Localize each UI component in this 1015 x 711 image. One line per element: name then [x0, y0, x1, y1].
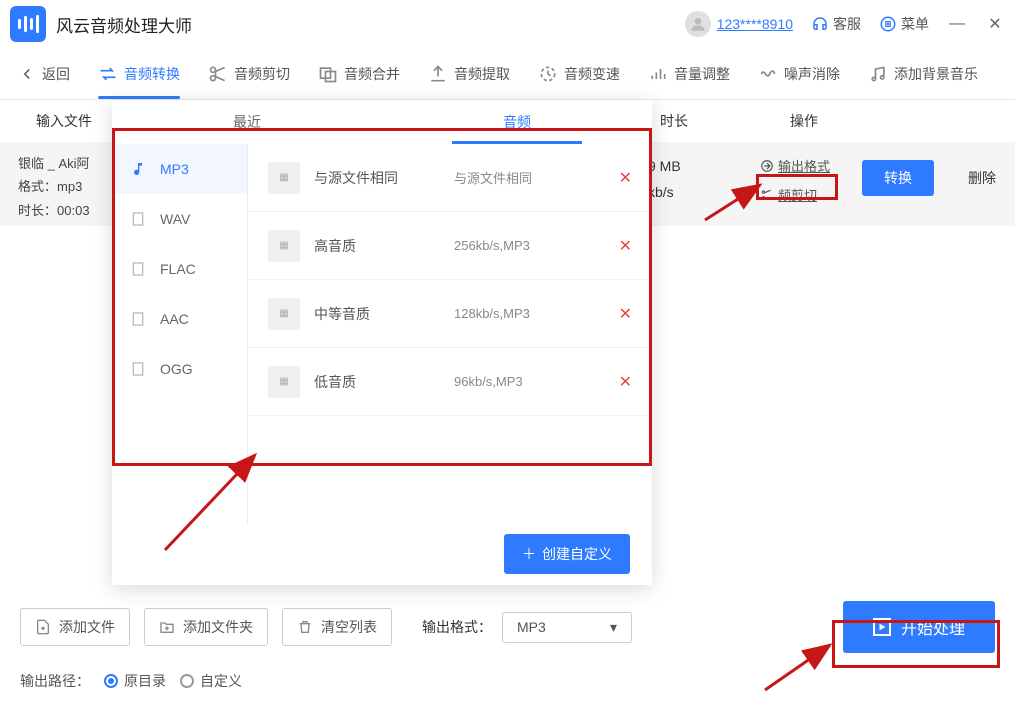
tool-audio-cut[interactable]: 音频剪切	[208, 64, 290, 84]
speed-icon	[538, 64, 558, 84]
back-button[interactable]: 返回	[18, 64, 70, 84]
source-icon: ▦	[268, 162, 300, 194]
tool-audio-merge[interactable]: 音频合并	[318, 64, 400, 84]
quality-row[interactable]: ▦ 低音质 96kb/s,MP3 ✕	[248, 348, 652, 416]
create-custom-button[interactable]: ＋ 创建自定义	[504, 534, 630, 574]
delete-quality-icon[interactable]: ✕	[619, 168, 632, 188]
noise-icon	[758, 64, 778, 84]
arrow-left-icon	[18, 65, 36, 83]
export-icon	[760, 159, 774, 173]
format-sidebar: MP3 WAV FLAC AAC OGG	[112, 144, 247, 524]
start-processing-button[interactable]: 开始处理	[843, 601, 995, 653]
delete-quality-icon[interactable]: ✕	[619, 372, 632, 392]
app-title: 风云音频处理大师	[56, 12, 192, 37]
convert-button[interactable]: 转换	[862, 160, 934, 196]
avatar-icon	[685, 11, 711, 37]
folder-plus-icon	[159, 619, 175, 635]
radio-custom[interactable]: 自定义	[180, 671, 242, 691]
convert-icon	[98, 64, 118, 84]
radio-icon	[104, 674, 118, 688]
plus-icon: ＋	[522, 544, 536, 564]
add-file-button[interactable]: 添加文件	[20, 608, 130, 646]
add-folder-button[interactable]: 添加文件夹	[144, 608, 268, 646]
upload-icon	[428, 64, 448, 84]
username-label: 123****8910	[717, 16, 793, 32]
trash-icon	[297, 619, 313, 635]
file-size: 9 MB	[648, 158, 681, 174]
popup-tab-recent[interactable]: 最近	[112, 100, 382, 144]
tool-noise-reduction[interactable]: 噪声消除	[758, 64, 840, 84]
clear-list-button[interactable]: 清空列表	[282, 608, 392, 646]
format-item-wav[interactable]: WAV	[112, 194, 247, 244]
format-item-mp3[interactable]: MP3	[112, 144, 247, 194]
scissors-icon	[208, 64, 228, 84]
radio-original-dir[interactable]: 原目录	[104, 671, 166, 691]
music-note-icon	[128, 159, 148, 179]
source-icon: ▦	[268, 230, 300, 262]
file-plus-icon	[35, 619, 51, 635]
tool-add-bgm[interactable]: 添加背景音乐	[868, 64, 978, 84]
output-format-label: 输出格式：	[422, 617, 492, 637]
output-path-label: 输出路径：	[20, 671, 90, 691]
titlebar: 风云音频处理大师 123****8910 客服 菜单 — ✕	[0, 0, 1015, 48]
play-icon	[873, 618, 891, 636]
user-account[interactable]: 123****8910	[685, 11, 793, 37]
header-input: 输入文件	[36, 111, 92, 131]
format-item-flac[interactable]: FLAC	[112, 244, 247, 294]
merge-icon	[318, 64, 338, 84]
header-duration: 时长	[660, 111, 688, 131]
format-item-aac[interactable]: AAC	[112, 294, 247, 344]
file-icon	[128, 209, 148, 229]
output-format-link[interactable]: 输出格式	[760, 156, 830, 175]
source-icon: ▦	[268, 298, 300, 330]
popup-tab-audio[interactable]: 音频	[382, 100, 652, 144]
support-link[interactable]: 客服	[811, 14, 861, 34]
music-icon	[868, 64, 888, 84]
delete-quality-icon[interactable]: ✕	[619, 236, 632, 256]
file-icon	[128, 309, 148, 329]
equalizer-icon	[648, 64, 668, 84]
file-icon	[128, 359, 148, 379]
quality-row[interactable]: ▦ 中等音质 128kb/s,MP3 ✕	[248, 280, 652, 348]
format-item-ogg[interactable]: OGG	[112, 344, 247, 394]
toolbar: 返回 音频转换 音频剪切 音频合并 音频提取 音频变速 音量调整 噪声消除 添加…	[0, 48, 1015, 100]
delete-quality-icon[interactable]: ✕	[619, 304, 632, 324]
menu-link[interactable]: 菜单	[879, 14, 929, 34]
scissors-small-icon	[760, 188, 774, 202]
audio-cut-link[interactable]: 频剪切	[760, 185, 817, 204]
bottom-bar: 添加文件 添加文件夹 清空列表 输出格式： MP3 ▾ 开始处理 输出路径：	[0, 601, 1015, 711]
tool-audio-extract[interactable]: 音频提取	[428, 64, 510, 84]
file-icon	[128, 259, 148, 279]
tool-audio-speed[interactable]: 音频变速	[538, 64, 620, 84]
format-popup: 最近 音频 MP3 WAV FLAC AAC	[112, 100, 652, 585]
headset-icon	[811, 15, 829, 33]
tool-volume[interactable]: 音量调整	[648, 64, 730, 84]
header-action: 操作	[790, 111, 818, 131]
tool-audio-convert[interactable]: 音频转换	[98, 64, 180, 84]
radio-icon	[180, 674, 194, 688]
quality-row[interactable]: ▦ 高音质 256kb/s,MP3 ✕	[248, 212, 652, 280]
output-format-select[interactable]: MP3 ▾	[502, 612, 632, 643]
minimize-button[interactable]: —	[947, 15, 967, 33]
app-logo	[10, 6, 46, 42]
chevron-down-icon: ▾	[610, 619, 617, 636]
quality-list: ▦ 与源文件相同 与源文件相同 ✕ ▦ 高音质 256kb/s,MP3 ✕ ▦ …	[247, 144, 652, 524]
delete-button[interactable]: 删除	[968, 168, 996, 188]
close-button[interactable]: ✕	[985, 14, 1005, 34]
quality-row[interactable]: ▦ 与源文件相同 与源文件相同 ✕	[248, 144, 652, 212]
menu-icon	[879, 15, 897, 33]
source-icon: ▦	[268, 366, 300, 398]
